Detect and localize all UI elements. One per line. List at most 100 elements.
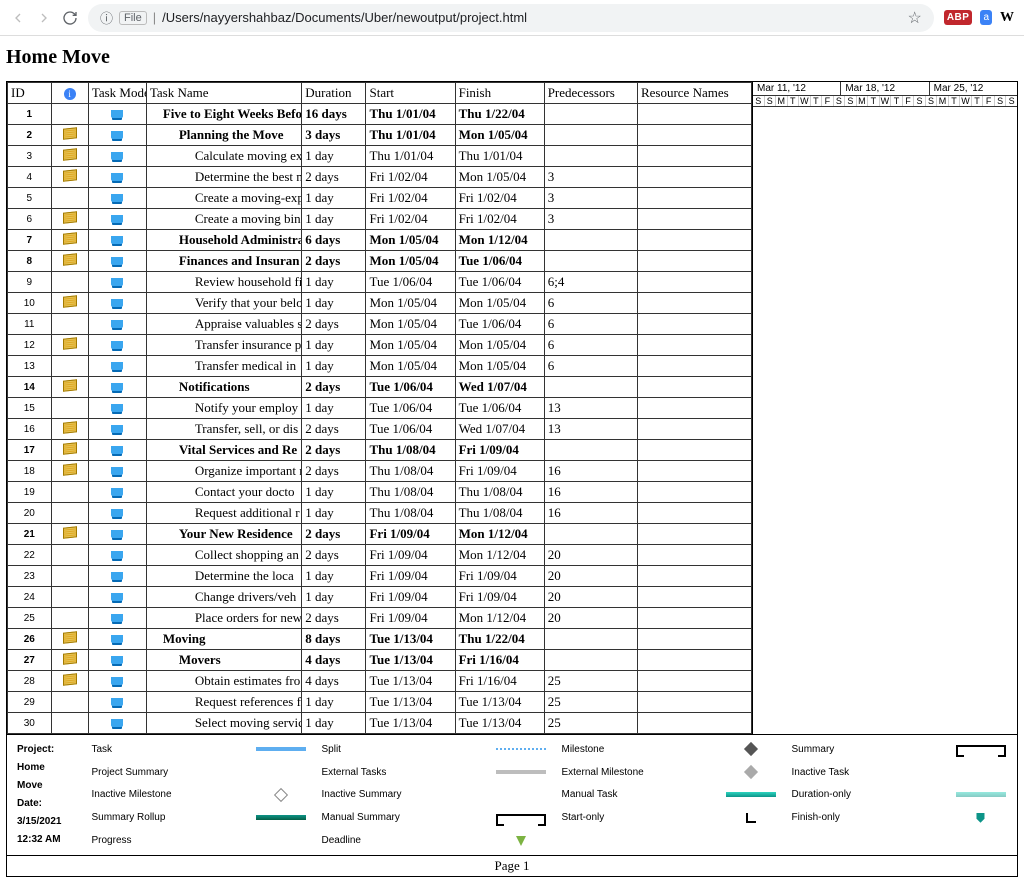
cell-predecessors[interactable]: 3 <box>544 188 637 209</box>
cell-start[interactable]: Thu 1/08/04 <box>366 482 455 503</box>
cell-id[interactable]: 1 <box>8 104 52 125</box>
cell-name[interactable]: Select moving servic <box>146 713 301 734</box>
table-row[interactable]: 6Create a moving bind1 dayFri 1/02/04Fri… <box>8 209 752 230</box>
cell-resources[interactable] <box>637 524 751 545</box>
cell-name[interactable]: Contact your docto <box>146 482 301 503</box>
cell-mode[interactable] <box>88 398 146 419</box>
table-row[interactable]: 3Calculate moving exp1 dayThu 1/01/04Thu… <box>8 146 752 167</box>
cell-info[interactable] <box>51 587 88 608</box>
cell-name[interactable]: Household Administratio <box>146 230 301 251</box>
cell-resources[interactable] <box>637 419 751 440</box>
cell-resources[interactable] <box>637 503 751 524</box>
cell-mode[interactable] <box>88 272 146 293</box>
cell-mode[interactable] <box>88 314 146 335</box>
cell-id[interactable]: 17 <box>8 440 52 461</box>
cell-duration[interactable]: 2 days <box>302 377 366 398</box>
cell-id[interactable]: 3 <box>8 146 52 167</box>
cell-start[interactable]: Tue 1/13/04 <box>366 629 455 650</box>
cell-predecessors[interactable]: 6 <box>544 356 637 377</box>
cell-start[interactable]: Tue 1/13/04 <box>366 650 455 671</box>
cell-finish[interactable]: Mon 1/12/04 <box>455 608 544 629</box>
cell-mode[interactable] <box>88 104 146 125</box>
cell-predecessors[interactable]: 13 <box>544 398 637 419</box>
cell-predecessors[interactable] <box>544 377 637 398</box>
table-row[interactable]: 10Verify that your belo1 dayMon 1/05/04M… <box>8 293 752 314</box>
cell-mode[interactable] <box>88 629 146 650</box>
cell-resources[interactable] <box>637 587 751 608</box>
cell-mode[interactable] <box>88 356 146 377</box>
cell-mode[interactable] <box>88 293 146 314</box>
table-row[interactable]: 30Select moving servic1 dayTue 1/13/04Tu… <box>8 713 752 734</box>
cell-info[interactable] <box>51 377 88 398</box>
cell-finish[interactable]: Tue 1/06/04 <box>455 398 544 419</box>
cell-finish[interactable]: Thu 1/22/04 <box>455 104 544 125</box>
cell-resources[interactable] <box>637 167 751 188</box>
cell-resources[interactable] <box>637 608 751 629</box>
col-finish[interactable]: Finish <box>455 83 544 104</box>
cell-name[interactable]: Create a moving-expe <box>146 188 301 209</box>
table-row[interactable]: 26Moving8 daysTue 1/13/04Thu 1/22/04 <box>8 629 752 650</box>
cell-resources[interactable] <box>637 377 751 398</box>
cell-resources[interactable] <box>637 125 751 146</box>
cell-name[interactable]: Movers <box>146 650 301 671</box>
cell-mode[interactable] <box>88 566 146 587</box>
table-row[interactable]: 13Transfer medical in1 dayMon 1/05/04Mon… <box>8 356 752 377</box>
cell-mode[interactable] <box>88 671 146 692</box>
cell-info[interactable] <box>51 167 88 188</box>
cell-resources[interactable] <box>637 545 751 566</box>
cell-info[interactable] <box>51 188 88 209</box>
col-duration[interactable]: Duration <box>302 83 366 104</box>
cell-duration[interactable]: 1 day <box>302 272 366 293</box>
cell-duration[interactable]: 1 day <box>302 566 366 587</box>
abp-extension-icon[interactable]: ABP <box>944 10 973 25</box>
cell-resources[interactable] <box>637 230 751 251</box>
table-row[interactable]: 8Finances and Insuran2 daysMon 1/05/04Tu… <box>8 251 752 272</box>
cell-duration[interactable]: 16 days <box>302 104 366 125</box>
cell-info[interactable] <box>51 398 88 419</box>
cell-duration[interactable]: 2 days <box>302 461 366 482</box>
cell-info[interactable] <box>51 251 88 272</box>
cell-name[interactable]: Five to Eight Weeks Befo <box>146 104 301 125</box>
cell-predecessors[interactable] <box>544 125 637 146</box>
cell-predecessors[interactable] <box>544 629 637 650</box>
cell-resources[interactable] <box>637 293 751 314</box>
cell-finish[interactable]: Fri 1/09/04 <box>455 566 544 587</box>
cell-id[interactable]: 27 <box>8 650 52 671</box>
table-row[interactable]: 11Appraise valuables s2 daysMon 1/05/04T… <box>8 314 752 335</box>
cell-predecessors[interactable]: 20 <box>544 587 637 608</box>
cell-start[interactable]: Thu 1/08/04 <box>366 461 455 482</box>
cell-id[interactable]: 19 <box>8 482 52 503</box>
cell-name[interactable]: Request references f <box>146 692 301 713</box>
cell-predecessors[interactable]: 20 <box>544 608 637 629</box>
cell-predecessors[interactable]: 6;4 <box>544 272 637 293</box>
cell-duration[interactable]: 2 days <box>302 314 366 335</box>
cell-duration[interactable]: 1 day <box>302 713 366 734</box>
table-row[interactable]: 28Obtain estimates fro4 daysTue 1/13/04F… <box>8 671 752 692</box>
cell-duration[interactable]: 1 day <box>302 482 366 503</box>
cell-start[interactable]: Thu 1/08/04 <box>366 440 455 461</box>
cell-mode[interactable] <box>88 545 146 566</box>
cell-duration[interactable]: 1 day <box>302 587 366 608</box>
table-row[interactable]: 4Determine the best m2 daysFri 1/02/04Mo… <box>8 167 752 188</box>
cell-resources[interactable] <box>637 356 751 377</box>
cell-start[interactable]: Tue 1/13/04 <box>366 713 455 734</box>
cell-id[interactable]: 8 <box>8 251 52 272</box>
cell-predecessors[interactable] <box>544 230 637 251</box>
cell-mode[interactable] <box>88 419 146 440</box>
cell-mode[interactable] <box>88 587 146 608</box>
cell-resources[interactable] <box>637 692 751 713</box>
cell-id[interactable]: 24 <box>8 587 52 608</box>
cell-finish[interactable]: Fri 1/02/04 <box>455 209 544 230</box>
cell-resources[interactable] <box>637 251 751 272</box>
col-mode[interactable]: Task Mode <box>88 83 146 104</box>
cell-start[interactable]: Mon 1/05/04 <box>366 230 455 251</box>
cell-id[interactable]: 14 <box>8 377 52 398</box>
cell-mode[interactable] <box>88 251 146 272</box>
table-row[interactable]: 24Change drivers/veh1 dayFri 1/09/04Fri … <box>8 587 752 608</box>
cell-finish[interactable]: Fri 1/16/04 <box>455 671 544 692</box>
page-info-icon[interactable]: ⓘ <box>100 8 113 27</box>
cell-resources[interactable] <box>637 566 751 587</box>
forward-button[interactable] <box>36 10 52 26</box>
cell-id[interactable]: 12 <box>8 335 52 356</box>
cell-id[interactable]: 29 <box>8 692 52 713</box>
